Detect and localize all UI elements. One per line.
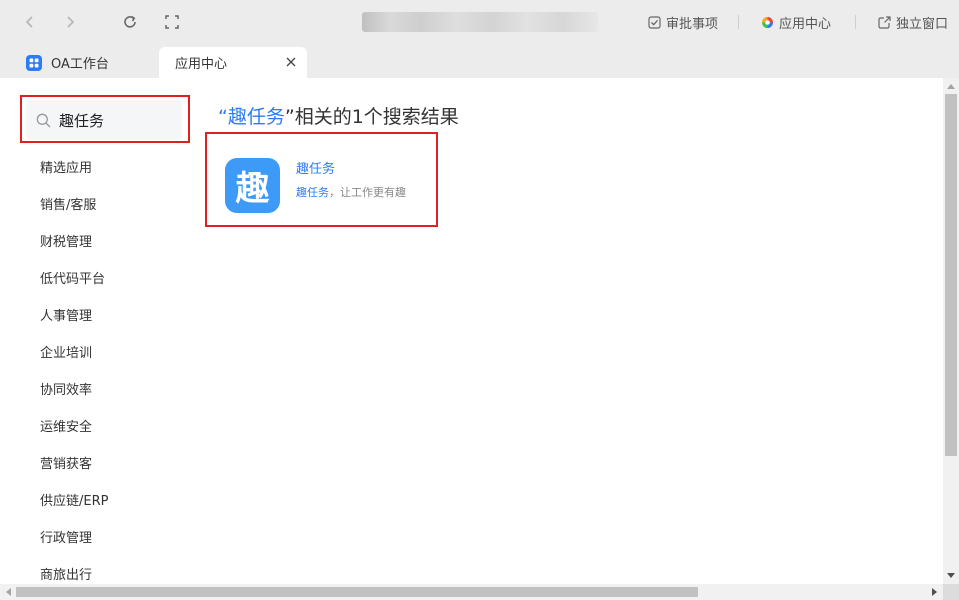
browser-toolbar: 审批事项 应用中心 独立窗口 <box>0 0 959 44</box>
approve-items-label: 审批事项 <box>666 16 719 32</box>
forward-button[interactable] <box>58 10 82 34</box>
scroll-right-arrow-icon[interactable] <box>928 584 942 600</box>
search-result-title: “趣任务”相关的1个搜索结果 <box>218 102 459 129</box>
app-desc-rest: ，让工作更有趣 <box>329 186 406 199</box>
category-item[interactable]: 营销获客 <box>40 454 180 491</box>
external-window-icon <box>878 15 891 29</box>
app-result-card[interactable]: 趣 趣任务 趣任务，让工作更有趣 <box>225 158 425 214</box>
toolbar-divider <box>738 15 739 29</box>
vertical-scrollbar[interactable] <box>943 78 959 584</box>
tab-oa-workbench[interactable]: OA工作台 <box>26 47 151 78</box>
tab-strip: OA工作台 应用中心 <box>0 44 959 78</box>
tab-label: 应用中心 <box>175 57 228 72</box>
standalone-window-button[interactable]: 独立窗口 <box>878 12 948 32</box>
toolbar-divider <box>855 15 856 29</box>
standalone-window-label: 独立窗口 <box>896 16 949 32</box>
close-icon[interactable] <box>285 56 297 68</box>
app-description: 趣任务，让工作更有趣 <box>296 184 406 200</box>
category-item[interactable]: 低代码平台 <box>40 269 180 306</box>
refresh-button[interactable] <box>118 10 142 34</box>
vertical-scroll-thumb[interactable] <box>945 94 957 456</box>
app-center-label: 应用中心 <box>779 16 832 32</box>
grid-icon <box>26 54 42 71</box>
result-quote-open: “ <box>218 106 228 128</box>
refresh-icon <box>124 15 136 28</box>
app-center-page: 精选应用 销售/客服 财税管理 低代码平台 人事管理 企业培训 协同效率 运维安… <box>0 78 943 584</box>
horizontal-scroll-thumb[interactable] <box>16 587 698 597</box>
tab-app-center[interactable]: 应用中心 <box>159 47 307 78</box>
search-icon <box>36 113 51 128</box>
category-item[interactable]: 精选应用 <box>40 158 180 195</box>
category-item[interactable]: 销售/客服 <box>40 195 180 232</box>
app-name: 趣任务 <box>296 162 336 177</box>
chevron-right-icon <box>67 16 75 28</box>
category-item[interactable]: 企业培训 <box>40 343 180 380</box>
check-square-icon <box>648 15 661 29</box>
scrollbar-corner <box>943 584 959 600</box>
scroll-down-arrow-icon[interactable] <box>943 570 959 582</box>
address-bar-blurred[interactable] <box>362 12 598 32</box>
app-desc-highlight: 趣任务 <box>296 186 329 199</box>
approve-items-button[interactable]: 审批事项 <box>648 12 718 32</box>
horizontal-scrollbar[interactable] <box>0 584 943 600</box>
result-suffix: 相关的1个搜索结果 <box>294 106 459 128</box>
expand-icon <box>165 15 179 29</box>
category-item[interactable]: 行政管理 <box>40 528 180 565</box>
tab-label: OA工作台 <box>51 57 109 72</box>
app-center-button[interactable]: 应用中心 <box>761 12 831 32</box>
app-center-colorful-icon <box>762 16 773 28</box>
scroll-up-arrow-icon[interactable] <box>943 80 959 92</box>
chevron-left-icon <box>25 16 33 28</box>
category-item[interactable]: 运维安全 <box>40 417 180 454</box>
category-list: 精选应用 销售/客服 财税管理 低代码平台 人事管理 企业培训 协同效率 运维安… <box>40 158 180 600</box>
category-item[interactable]: 协同效率 <box>40 380 180 417</box>
fullscreen-button[interactable] <box>160 10 184 34</box>
category-item[interactable]: 供应链/ERP <box>40 491 180 528</box>
result-quote-close: ” <box>284 106 295 128</box>
category-item[interactable]: 财税管理 <box>40 232 180 269</box>
back-button[interactable] <box>18 10 42 34</box>
result-keyword: 趣任务 <box>227 106 285 128</box>
search-input[interactable] <box>59 111 159 129</box>
app-icon: 趣 <box>225 158 280 213</box>
search-box[interactable] <box>26 100 182 140</box>
category-item[interactable]: 人事管理 <box>40 306 180 343</box>
scroll-left-arrow-icon[interactable] <box>1 584 15 600</box>
